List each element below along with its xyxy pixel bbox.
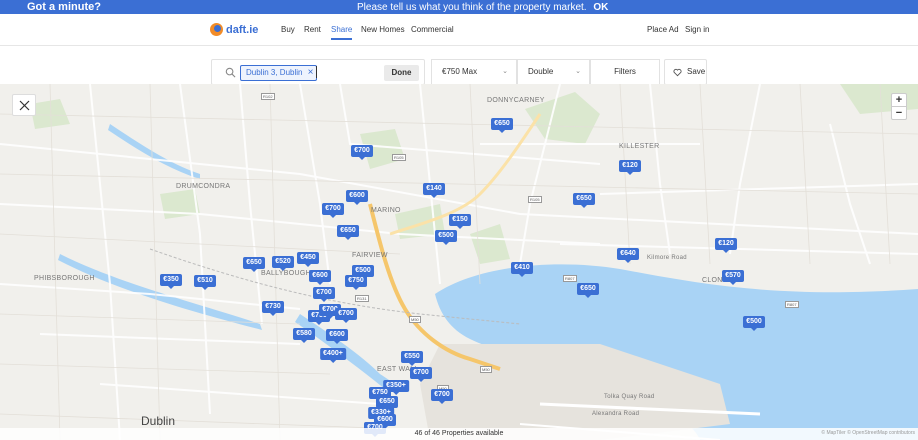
sign-in-link[interactable]: Sign in	[685, 25, 709, 34]
price-pin[interactable]: €120	[715, 238, 737, 253]
map-attribution: © MapTiler © OpenStreetMap contributors	[821, 430, 915, 436]
done-button[interactable]: Done	[384, 65, 419, 81]
banner-ok-link[interactable]: OK	[593, 2, 608, 13]
nav-share[interactable]: Share	[331, 25, 353, 40]
price-pin[interactable]: €650	[491, 118, 513, 133]
road-number-tag: R807	[563, 275, 577, 282]
banner-prompt: Got a minute?	[27, 1, 101, 13]
price-pin[interactable]: €520	[272, 256, 294, 271]
banner-message: Please tell us what you think of the pro…	[357, 2, 608, 13]
zoom-control: + −	[891, 93, 907, 120]
save-label: Save	[687, 67, 706, 76]
filters-button-label: Filters	[614, 67, 636, 76]
price-pin[interactable]: €410	[511, 262, 533, 277]
road-number-tag: R102	[261, 93, 275, 100]
price-dropdown[interactable]: €750 Max ⌄	[431, 59, 517, 85]
location-search[interactable]: Dublin 3, Dublin × Done	[211, 59, 425, 85]
room-type-dropdown-value: Double	[528, 67, 554, 76]
chevron-down-icon: ⌄	[502, 68, 508, 75]
close-icon	[19, 100, 30, 111]
filter-bar: Dublin 3, Dublin × Done €750 Max ⌄ Doubl…	[0, 46, 918, 85]
banner-message-text: Please tell us what you think of the pro…	[357, 2, 587, 13]
map-place-label: FAIRVIEW	[352, 252, 388, 259]
price-pin[interactable]: €700	[410, 367, 432, 382]
logo-text: daft.ie	[226, 23, 259, 36]
close-map-button[interactable]	[12, 94, 36, 116]
road-number-tag: R105	[392, 154, 406, 161]
search-icon	[225, 67, 236, 78]
price-pin[interactable]: €730	[262, 301, 284, 316]
map-place-label: DONNYCARNEY	[487, 97, 545, 104]
price-pin[interactable]: €510	[194, 275, 216, 290]
price-pin[interactable]: €600	[309, 270, 331, 285]
road-number-tag: R807	[785, 301, 799, 308]
property-map[interactable]: DONNYCARNEY KILLESTER DRUMCONDRA MARINO …	[0, 84, 918, 440]
room-type-dropdown[interactable]: Double ⌄	[517, 59, 590, 85]
road-number-tag: R131	[355, 295, 369, 302]
map-place-label: BALLYBOUGH	[261, 270, 311, 277]
price-pin[interactable]: €600	[346, 190, 368, 205]
price-pin[interactable]: €350	[160, 274, 182, 289]
map-street-label: Alexandra Road	[592, 411, 640, 417]
zoom-out-button[interactable]: −	[892, 107, 906, 120]
nav-new-homes[interactable]: New Homes	[361, 25, 405, 34]
nav-rent[interactable]: Rent	[304, 25, 321, 34]
place-ad-link[interactable]: Place Ad	[647, 25, 679, 34]
site-header: daft.ie Buy Rent Share New Homes Commerc…	[0, 14, 918, 46]
price-pin[interactable]: €140	[423, 183, 445, 198]
map-place-label: MARINO	[371, 207, 401, 214]
price-pin[interactable]: €400+	[320, 348, 346, 363]
price-pin[interactable]: €450	[297, 252, 319, 267]
logo[interactable]: daft.ie	[210, 23, 258, 36]
zoom-in-button[interactable]: +	[892, 94, 906, 107]
price-pin[interactable]: €650	[337, 225, 359, 240]
price-pin[interactable]: €640	[617, 248, 639, 263]
nav-commercial[interactable]: Commercial	[411, 25, 454, 34]
road-number-tag: R105	[528, 196, 542, 203]
feedback-banner: Got a minute? Please tell us what you th…	[0, 0, 918, 14]
remove-location-icon[interactable]: ×	[308, 66, 314, 80]
price-pin[interactable]: €650	[573, 193, 595, 208]
price-pin[interactable]: €700	[431, 389, 453, 404]
price-pin[interactable]: €500	[743, 316, 765, 331]
map-tiles	[0, 84, 918, 440]
price-pin[interactable]: €600	[326, 329, 348, 344]
price-pin[interactable]: €120	[619, 160, 641, 175]
chevron-down-icon: ⌄	[575, 68, 581, 75]
price-pin[interactable]: €700	[351, 145, 373, 160]
location-chip-label: Dublin 3, Dublin	[246, 68, 303, 77]
price-pin[interactable]: €650	[243, 257, 265, 272]
heart-icon	[673, 68, 682, 77]
price-dropdown-value: €750 Max	[442, 67, 478, 76]
price-pin[interactable]: €750	[345, 275, 367, 290]
price-pin[interactable]: €700	[335, 308, 357, 323]
filters-button[interactable]: Filters	[590, 59, 660, 85]
properties-count: 46 of 46 Properties available	[0, 428, 918, 440]
price-pin[interactable]: €570	[722, 270, 744, 285]
price-pin[interactable]: €550	[401, 351, 423, 366]
road-number-tag: M50	[480, 366, 492, 373]
price-pin[interactable]: €700	[322, 203, 344, 218]
map-place-label: KILLESTER	[619, 143, 660, 150]
location-chip[interactable]: Dublin 3, Dublin ×	[240, 65, 318, 81]
map-city-label: Dublin	[141, 414, 176, 428]
map-place-label: PHIBSBOROUGH	[34, 275, 95, 282]
price-pin[interactable]: €650	[577, 283, 599, 298]
price-pin[interactable]: €150	[449, 214, 471, 229]
price-pin[interactable]: €580	[293, 328, 315, 343]
price-pin[interactable]: €500	[435, 230, 457, 245]
road-number-tag: M50	[409, 316, 421, 323]
map-place-label: DRUMCONDRA	[176, 183, 231, 190]
search-input[interactable]	[316, 66, 317, 78]
price-pin[interactable]: €700	[313, 287, 335, 302]
nav-buy[interactable]: Buy	[281, 25, 295, 34]
map-street-label: Kilmore Road	[647, 255, 687, 261]
daft-logo-icon	[210, 23, 223, 36]
save-search-button[interactable]: Save	[664, 59, 707, 85]
map-street-label: Tolka Quay Road	[604, 394, 655, 400]
